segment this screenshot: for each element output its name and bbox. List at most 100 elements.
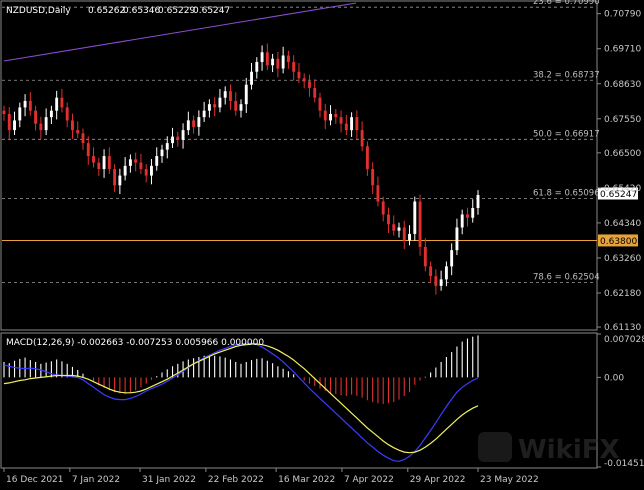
ohlc-high: 0.65346	[123, 6, 160, 16]
candle-body	[418, 201, 422, 247]
candle-body	[365, 146, 369, 170]
candle-body	[207, 104, 211, 111]
candle-body	[192, 120, 196, 127]
date-tick-label: 29 Apr 2022	[410, 475, 466, 485]
candle-body	[402, 227, 406, 241]
candle-body	[218, 97, 222, 108]
candle-body	[2, 110, 6, 114]
candle-body	[302, 78, 306, 82]
candle-body	[118, 175, 122, 186]
candle-body	[23, 100, 27, 108]
candle-body	[213, 104, 217, 108]
date-tick-label: 7 Apr 2022	[344, 475, 394, 485]
candle-body	[281, 55, 285, 69]
price-tick-label: 0.61130	[604, 323, 641, 333]
candle-body	[44, 117, 48, 131]
candle-body	[397, 227, 401, 231]
support-tag-label: 0.63800	[600, 237, 637, 247]
candle-body	[18, 107, 22, 121]
candle-body	[381, 201, 385, 215]
candle-body	[260, 52, 264, 63]
candle-body	[234, 100, 238, 111]
candle-body	[102, 156, 106, 170]
price-tick-label: 0.67550	[604, 115, 641, 125]
price-tick-label: 0.69710	[604, 45, 641, 55]
candle-body	[360, 130, 364, 147]
candle-body	[292, 62, 296, 72]
candle-body	[223, 91, 227, 98]
candle-body	[476, 195, 480, 208]
candle-body	[165, 143, 169, 150]
candle-body	[334, 113, 338, 118]
ohlc-open: 0.65262	[88, 6, 125, 16]
date-tick-label: 22 Feb 2022	[208, 475, 264, 485]
candle-body	[186, 120, 190, 131]
macd-title: MACD(12,26,9) -0.002663 -0.007253 0.0059…	[6, 338, 264, 348]
candle-body	[49, 110, 53, 118]
candle-body	[65, 107, 69, 121]
candle-body	[229, 91, 232, 101]
candle-body	[297, 71, 301, 79]
price-tick-label: 0.66500	[604, 149, 641, 159]
candle-body	[276, 58, 280, 69]
candle-body	[202, 110, 206, 118]
candle-body	[271, 58, 275, 66]
candle-body	[7, 113, 11, 131]
candle-body	[244, 84, 248, 105]
candle-body	[34, 110, 38, 124]
date-tick-label: 16 Dec 2021	[6, 475, 64, 485]
candle-body	[160, 149, 164, 157]
candle-body	[139, 162, 143, 170]
candle-body	[176, 136, 180, 140]
candle-body	[144, 169, 148, 176]
candle-body	[466, 214, 469, 218]
candle-body	[308, 81, 311, 88]
candle-body	[318, 97, 322, 111]
candle-body	[471, 207, 475, 218]
candle-body	[134, 159, 138, 163]
ohlc-close: 0.65247	[193, 6, 230, 16]
candle-body	[444, 266, 448, 280]
fib-label: 23.6 = 0.70990	[533, 0, 600, 7]
candle-body	[423, 246, 427, 267]
candle-body	[128, 159, 132, 166]
candle-body	[197, 117, 201, 127]
candle-body	[339, 117, 343, 124]
candle-body	[439, 279, 443, 286]
candle-body	[239, 104, 243, 111]
price-tick-label: 0.68630	[604, 80, 641, 90]
candle-body	[413, 201, 417, 234]
candle-body	[97, 162, 101, 170]
fib-label: 38.2 = 0.68737	[533, 70, 600, 80]
ohlc-low: 0.65229	[158, 6, 195, 16]
price-panel-frame	[0, 0, 598, 331]
candle-body	[28, 100, 32, 111]
date-axis: 16 Dec 2021 7 Jan 2022 31 Jan 2022 22 Feb 2…	[3, 468, 539, 485]
candle-body	[250, 71, 253, 85]
watermark-logo: WikiFX	[478, 432, 620, 465]
date-tick-label: 16 Mar 2022	[278, 475, 335, 485]
candle-body	[355, 117, 359, 131]
candle-body	[450, 250, 454, 267]
date-tick-label: 7 Jan 2022	[72, 475, 120, 485]
candle-body	[455, 227, 459, 251]
candle-body	[150, 165, 153, 176]
chart-title: NZDUSD,Daily	[6, 6, 71, 16]
date-tick-label: 23 May 2022	[480, 475, 539, 485]
candle-body	[13, 120, 16, 131]
macd-tick-label: 0.00	[604, 373, 624, 383]
fib-label: 50.0 = 0.66917	[533, 129, 600, 139]
candle-body	[92, 156, 95, 163]
price-tick-label: 0.65420	[604, 184, 641, 194]
candle-body	[55, 97, 59, 111]
candle-body	[113, 169, 117, 186]
fib-label: 78.6 = 0.62504	[533, 272, 600, 282]
candle-body	[387, 214, 390, 225]
watermark-text: WikiFX	[518, 435, 620, 465]
candle-body	[265, 52, 269, 66]
candle-body	[123, 165, 127, 176]
candle-body	[255, 62, 259, 72]
candle-body	[286, 55, 290, 63]
chart-svg: 23.6 = 0.70990 38.2 = 0.68737 50.0 = 0.669…	[0, 0, 644, 485]
candle-body	[350, 117, 354, 131]
